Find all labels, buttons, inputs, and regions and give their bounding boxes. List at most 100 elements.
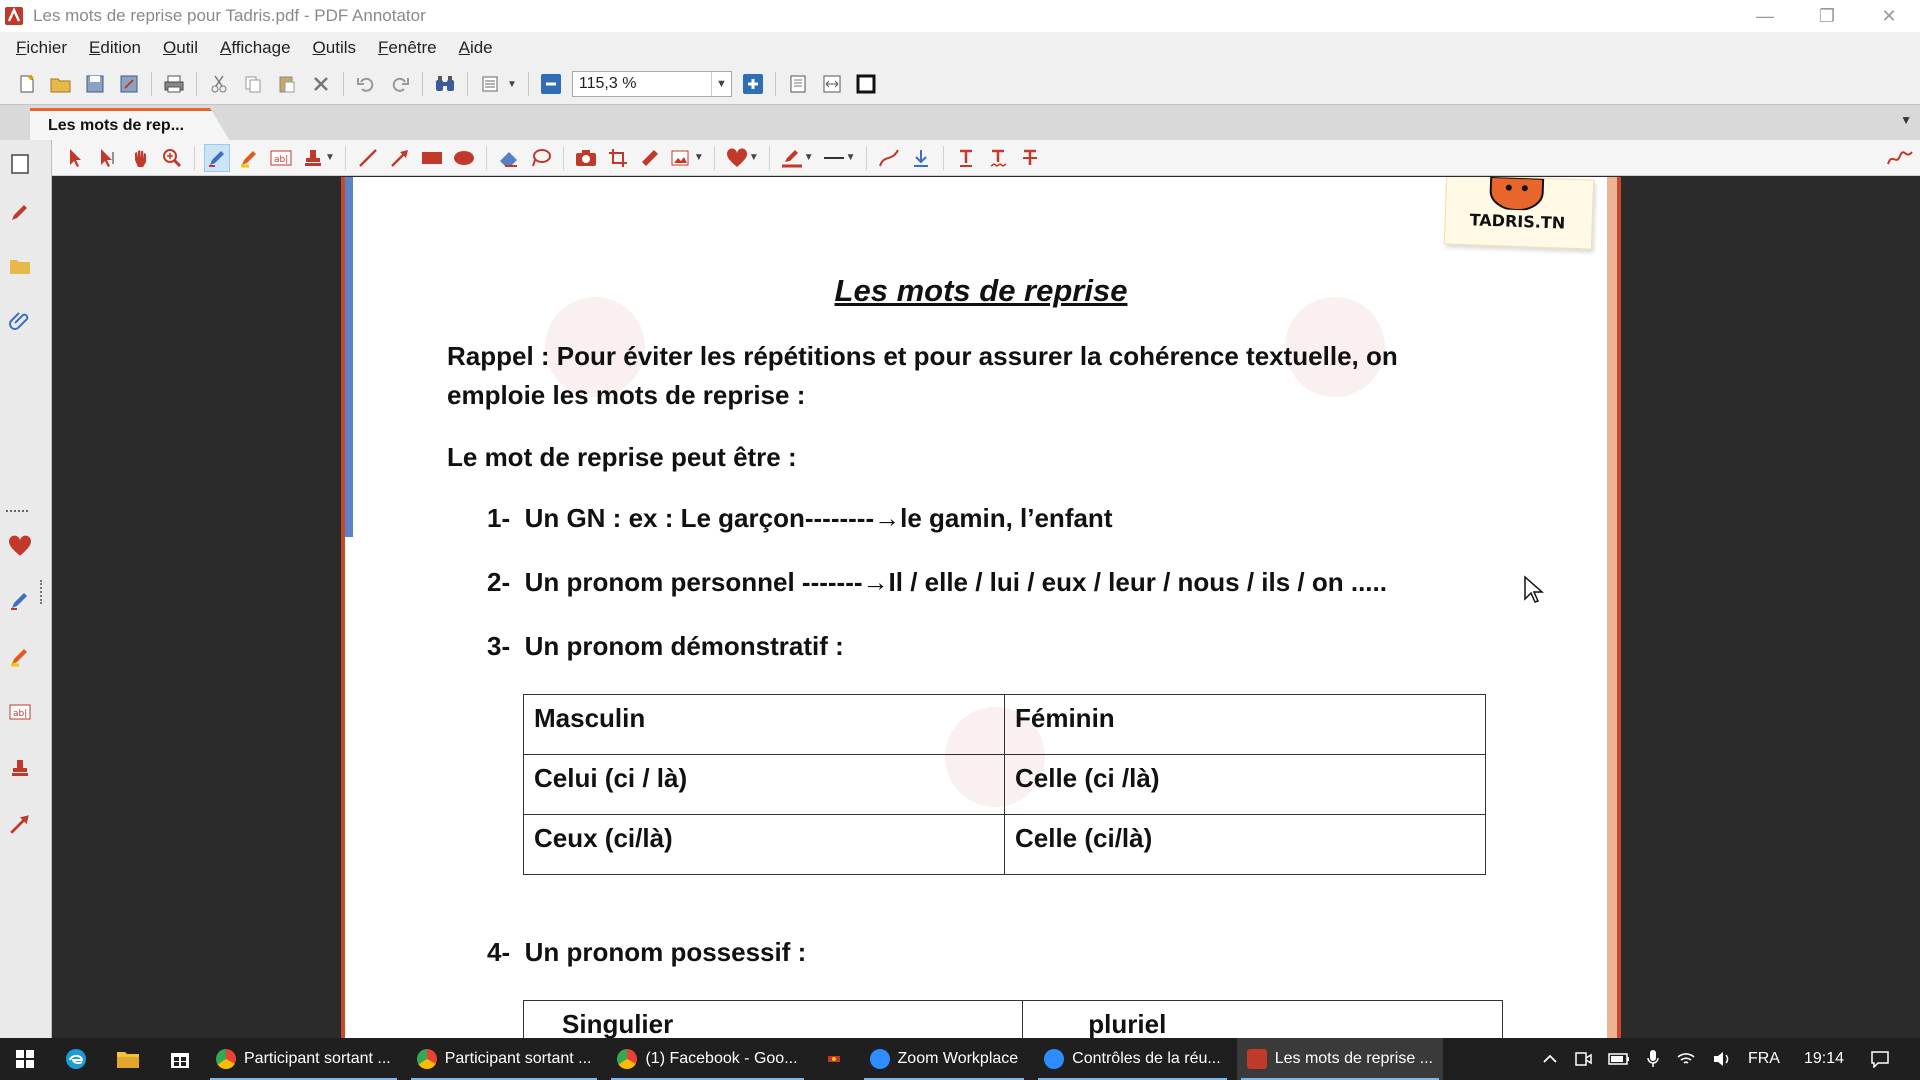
meet-now-icon[interactable] bbox=[1574, 1050, 1592, 1068]
file-explorer-icon[interactable] bbox=[102, 1038, 154, 1080]
tab-list-dropdown-icon[interactable]: ▼ bbox=[1900, 113, 1912, 127]
attachments-paperclip-icon[interactable] bbox=[6, 306, 34, 334]
pen-color-icon[interactable] bbox=[779, 144, 805, 172]
notifications-icon[interactable] bbox=[1870, 1050, 1890, 1068]
edge-browser-icon[interactable] bbox=[50, 1038, 102, 1080]
fit-page-icon[interactable] bbox=[785, 71, 811, 97]
smooth-curve-icon[interactable] bbox=[876, 144, 902, 172]
close-button[interactable]: ✕ bbox=[1858, 0, 1920, 32]
highlighter-favorite-icon[interactable] bbox=[6, 642, 34, 670]
annotations-pen-icon[interactable] bbox=[6, 198, 34, 226]
ruler-icon[interactable] bbox=[637, 144, 663, 172]
zoom-level-combobox[interactable]: 115,3 % ▼ bbox=[571, 71, 732, 97]
taskbar-app-zoom-workplace[interactable]: Zoom Workplace bbox=[860, 1038, 1029, 1080]
paste-icon[interactable] bbox=[274, 71, 300, 97]
squiggly-text-icon[interactable] bbox=[985, 144, 1011, 172]
underline-text-icon[interactable] bbox=[953, 144, 979, 172]
cut-icon[interactable] bbox=[206, 71, 232, 97]
zoom-magnifier-icon[interactable] bbox=[159, 144, 185, 172]
pen-tool-icon[interactable] bbox=[204, 143, 230, 172]
line-tool-icon[interactable] bbox=[355, 144, 381, 172]
menu-outil[interactable]: Outil bbox=[161, 36, 200, 60]
insert-space-icon[interactable] bbox=[908, 144, 934, 172]
wifi-icon[interactable] bbox=[1676, 1051, 1696, 1067]
favorites-dropdown-icon[interactable]: ▼ bbox=[749, 152, 759, 163]
store-icon[interactable] bbox=[154, 1038, 206, 1080]
clock-time[interactable]: 19:14 bbox=[1804, 1050, 1844, 1068]
insert-image-dropdown-icon[interactable]: ▼ bbox=[694, 152, 704, 163]
line-width-icon[interactable] bbox=[821, 144, 847, 172]
sidebar-resize-handle[interactable] bbox=[40, 580, 42, 604]
new-document-icon[interactable] bbox=[14, 71, 40, 97]
zoom-in-icon[interactable] bbox=[740, 71, 766, 97]
highlighter-icon[interactable] bbox=[236, 144, 262, 172]
print-icon[interactable] bbox=[161, 71, 187, 97]
taskbar-app-participant-2[interactable]: Participant sortant ... bbox=[407, 1038, 602, 1080]
taskbar-app-zoom-controls[interactable]: Contrôles de la réu... bbox=[1034, 1038, 1231, 1080]
ellipse-tool-icon[interactable] bbox=[451, 144, 477, 172]
crop-icon[interactable] bbox=[605, 144, 631, 172]
menu-fichier[interactable]: Fichier bbox=[14, 36, 69, 60]
select-text-icon[interactable] bbox=[95, 144, 121, 172]
tray-chevron-up-icon[interactable] bbox=[1542, 1054, 1558, 1064]
save-as-icon[interactable] bbox=[116, 71, 142, 97]
delete-icon[interactable] bbox=[308, 71, 334, 97]
stamp-icon[interactable] bbox=[300, 144, 326, 172]
favorites-heart-icon[interactable] bbox=[724, 144, 750, 172]
minimize-button[interactable]: — bbox=[1734, 0, 1796, 32]
document-viewport[interactable]: TADRIS.TN Les mots de reprise Rappel : P… bbox=[53, 177, 1920, 1038]
bookmarks-folder-icon[interactable] bbox=[6, 252, 34, 280]
microphone-icon[interactable] bbox=[1646, 1049, 1660, 1069]
hand-pan-icon[interactable] bbox=[127, 144, 153, 172]
arrow-tool-icon[interactable] bbox=[387, 144, 413, 172]
menu-aide[interactable]: Aide bbox=[457, 36, 495, 60]
zoom-out-icon[interactable] bbox=[538, 71, 564, 97]
menu-fenetre[interactable]: Fenêtre bbox=[376, 36, 439, 60]
line-width-dropdown-icon[interactable]: ▼ bbox=[846, 152, 856, 163]
strikeout-text-icon[interactable] bbox=[1017, 144, 1043, 172]
zoom-dropdown-icon[interactable]: ▼ bbox=[710, 72, 731, 96]
redo-icon[interactable] bbox=[387, 71, 413, 97]
fullscreen-icon[interactable] bbox=[853, 71, 879, 97]
menu-affichage[interactable]: Affichage bbox=[218, 36, 293, 60]
pen-favorite-icon[interactable] bbox=[6, 586, 34, 614]
windows-start-icon[interactable] bbox=[0, 1038, 50, 1080]
menu-outils[interactable]: Outils bbox=[311, 36, 358, 60]
text-box-icon[interactable]: ab| bbox=[268, 144, 294, 172]
signature-stroke-icon[interactable] bbox=[1887, 144, 1913, 172]
text-box-favorite-icon[interactable]: ab| bbox=[6, 698, 34, 726]
tab-les-mots-de-reprise[interactable]: Les mots de rep... bbox=[30, 108, 230, 141]
save-icon[interactable] bbox=[82, 71, 108, 97]
open-folder-icon[interactable] bbox=[48, 71, 74, 97]
arrow-favorite-icon[interactable] bbox=[6, 810, 34, 838]
list-item-number: 1- bbox=[487, 503, 511, 533]
undo-icon[interactable] bbox=[353, 71, 379, 97]
favorites-heart-icon[interactable] bbox=[6, 532, 34, 560]
taskbar-app-facebook[interactable]: (1) Facebook - Goo... bbox=[607, 1038, 807, 1080]
small-app-icon[interactable] bbox=[814, 1038, 854, 1080]
select-arrow-icon[interactable] bbox=[63, 144, 89, 172]
snapshot-camera-icon[interactable] bbox=[573, 144, 599, 172]
volume-icon[interactable] bbox=[1712, 1051, 1732, 1067]
pdf-page[interactable]: TADRIS.TN Les mots de reprise Rappel : P… bbox=[341, 177, 1621, 1038]
menu-edition[interactable]: Edition bbox=[87, 36, 143, 60]
page-layout-dropdown-icon[interactable]: ▼ bbox=[507, 79, 517, 90]
restore-button[interactable]: ❐ bbox=[1796, 0, 1858, 32]
rectangle-tool-icon[interactable] bbox=[419, 144, 445, 172]
pen-color-dropdown-icon[interactable]: ▼ bbox=[804, 152, 814, 163]
page-thumbnail-icon[interactable] bbox=[6, 150, 34, 178]
lasso-icon[interactable] bbox=[528, 144, 554, 172]
fit-width-icon[interactable] bbox=[819, 71, 845, 97]
eraser-icon[interactable] bbox=[496, 144, 522, 172]
insert-image-icon[interactable] bbox=[669, 144, 695, 172]
language-indicator[interactable]: FRA bbox=[1748, 1050, 1780, 1068]
battery-icon[interactable] bbox=[1608, 1052, 1630, 1066]
taskbar-app-pdf-annotator[interactable]: Les mots de reprise ... bbox=[1236, 1038, 1443, 1080]
copy-icon[interactable] bbox=[240, 71, 266, 97]
table-cell: Ceux (ci/là) bbox=[523, 814, 1005, 875]
taskbar-app-participant-1[interactable]: Participant sortant ... bbox=[206, 1038, 401, 1080]
stamp-favorite-icon[interactable] bbox=[6, 754, 34, 782]
find-binoculars-icon[interactable] bbox=[432, 71, 458, 97]
page-layout-icon[interactable] bbox=[477, 71, 503, 97]
stamp-dropdown-icon[interactable]: ▼ bbox=[325, 152, 335, 163]
